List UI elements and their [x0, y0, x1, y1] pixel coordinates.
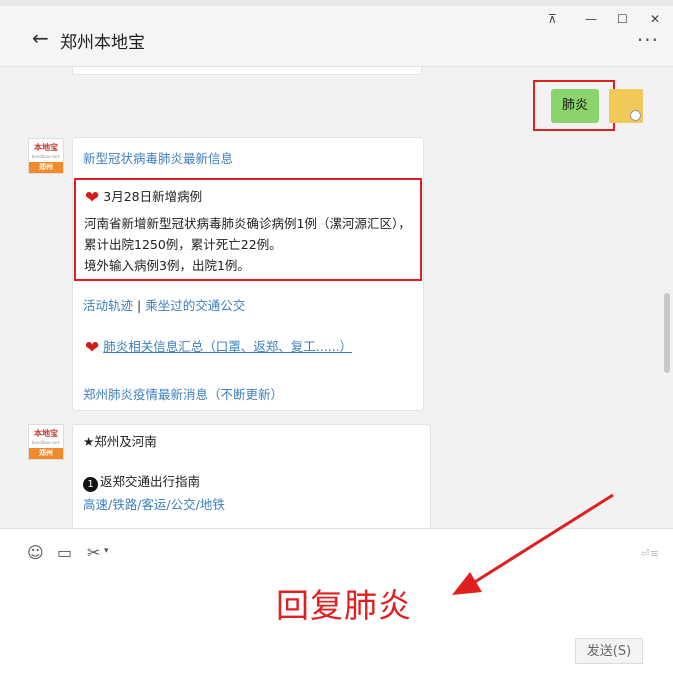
- annotation-arrow-shaft: [469, 493, 614, 587]
- annotation-arrow-head: [452, 572, 482, 595]
- annotation-arrow-icon: [452, 493, 614, 595]
